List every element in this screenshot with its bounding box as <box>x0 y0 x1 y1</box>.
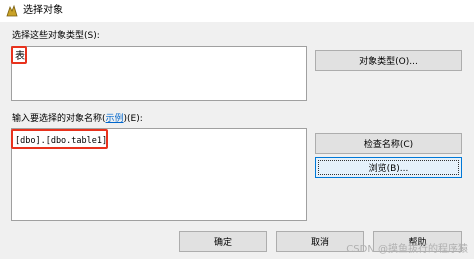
check-names-button-label: 检查名称(C) <box>363 140 414 150</box>
title-bar: 选择对象 <box>0 0 474 22</box>
browse-button[interactable]: 浏览(B)... <box>315 157 462 178</box>
window-title: 选择对象 <box>23 5 63 16</box>
ok-button-label: 确定 <box>213 238 232 248</box>
object-names-label: 输入要选择的对象名称(示例)(E): <box>12 114 143 124</box>
watermark: CSDN @摸鱼拔行的程序猿 <box>346 244 468 255</box>
object-types-button[interactable]: 对象类型(O)... <box>315 50 462 71</box>
check-names-button[interactable]: 检查名称(C) <box>315 133 462 154</box>
highlight-marker <box>11 129 108 149</box>
ok-button[interactable]: 确定 <box>179 231 267 252</box>
object-types-label: 选择这些对象类型(S): <box>12 31 100 41</box>
object-types-button-label: 对象类型(O)... <box>359 57 418 67</box>
examples-link[interactable]: 示例 <box>106 114 124 124</box>
object-types-field[interactable]: 表 <box>11 46 307 101</box>
highlight-marker <box>11 46 27 64</box>
object-picker-icon <box>6 4 18 17</box>
cancel-button-label: 取消 <box>310 238 329 248</box>
browse-button-label: 浏览(B)... <box>368 164 409 174</box>
